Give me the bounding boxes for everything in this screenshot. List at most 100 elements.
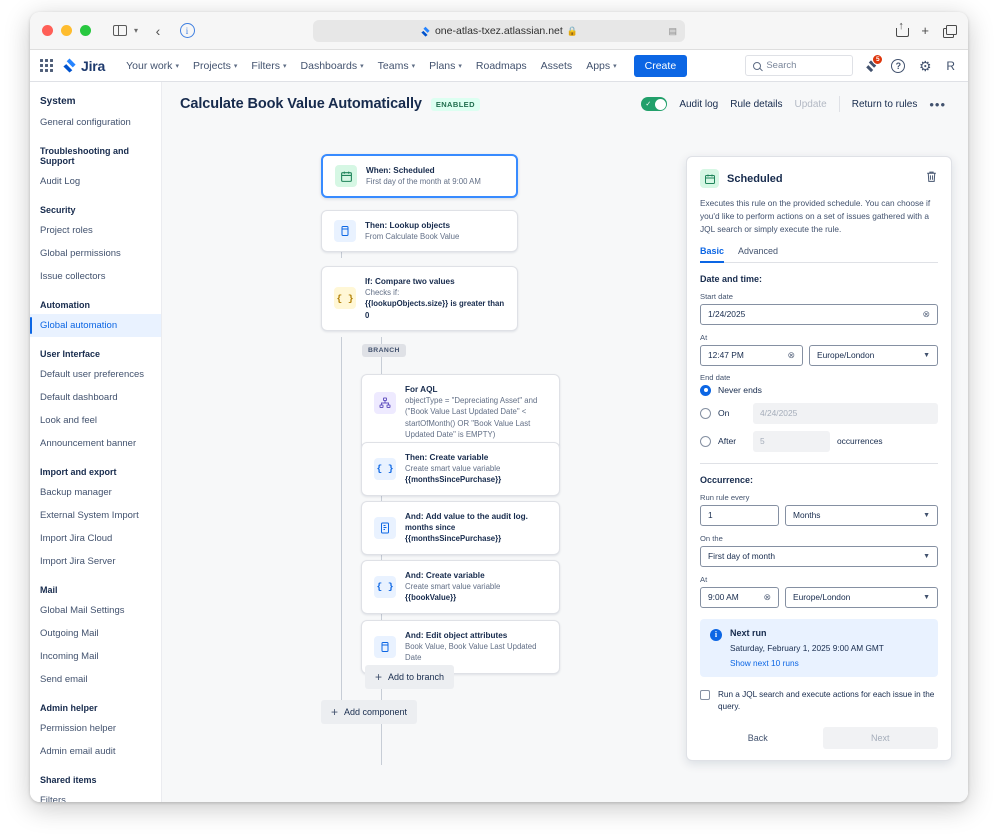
rule-details-button[interactable]: Rule details — [730, 99, 782, 110]
settings-button[interactable]: ⚙ — [916, 57, 934, 75]
back-icon[interactable]: ‹ — [149, 22, 167, 40]
sidebar-item-project-roles[interactable]: Project roles — [30, 219, 161, 242]
show-next-runs-link[interactable]: Show next 10 runs — [730, 658, 884, 668]
sidebar-item-global-automation[interactable]: Global automation — [30, 314, 161, 337]
browser-window: ▾ ‹ i one-atlas-txez.atlassian.net 🔒 ▤ + — [30, 12, 968, 802]
sidebar-item-global-mail-settings[interactable]: Global Mail Settings — [30, 599, 161, 622]
chevron-down-icon[interactable]: ▾ — [134, 26, 138, 35]
nav-label: Plans — [429, 59, 456, 72]
node-subtitle: objectType = "Depreciating Asset" and ("… — [405, 396, 538, 439]
clear-icon[interactable]: ⊗ — [787, 350, 795, 361]
occurrence-time-input[interactable]: 9:00 AM ⊗ — [700, 586, 779, 608]
radio-icon — [700, 384, 711, 396]
nav-dashboards[interactable]: Dashboards ▾ — [294, 55, 371, 77]
jira-home-logo[interactable]: Jira — [62, 58, 105, 74]
calendar-icon — [335, 165, 357, 188]
nav-filters[interactable]: Filters ▾ — [244, 55, 293, 77]
panel-tabs: Basic Advanced — [700, 246, 938, 264]
tab-overview-icon[interactable] — [943, 25, 957, 38]
sidebar-item-import-jira-server[interactable]: Import Jira Server — [30, 550, 161, 573]
sidebar-item-default-user-preferences[interactable]: Default user preferences — [30, 363, 161, 386]
node-audit-message: months since {{monthsSincePurchase}} — [405, 523, 502, 544]
add-to-branch-button[interactable]: + Add to branch — [365, 665, 455, 689]
flow-node-when-scheduled[interactable]: When: Scheduled First day of the month a… — [321, 154, 518, 199]
end-option-label: After — [718, 436, 737, 447]
tab-basic[interactable]: Basic — [700, 246, 725, 264]
help-button[interactable]: ? — [889, 57, 907, 75]
notifications-button[interactable]: 5 — [862, 53, 884, 75]
flow-node-create-variable-bookvalue[interactable]: { } And: Create variable Create smart va… — [361, 560, 560, 614]
run-rule-every-input[interactable]: 1 — [700, 504, 779, 526]
start-time-input[interactable]: 12:47 PM ⊗ — [700, 344, 803, 366]
occurrence-timezone-select[interactable]: Europe/London ▼ — [785, 586, 938, 608]
clear-icon[interactable]: ⊗ — [763, 592, 771, 603]
sidebar-item-permission-helper[interactable]: Permission helper — [30, 717, 161, 740]
clear-icon[interactable]: ⊗ — [922, 309, 930, 320]
more-options-icon[interactable]: ••• — [929, 98, 946, 111]
sidebar-item-admin-email-audit[interactable]: Admin email audit — [30, 740, 161, 763]
audit-log-button[interactable]: Audit log — [679, 99, 718, 110]
flow-node-if-compare-two-values[interactable]: { } If: Compare two values Checks if: {{… — [321, 266, 518, 331]
return-to-rules-button[interactable]: Return to rules — [852, 99, 918, 110]
sidebar-item-issue-collectors[interactable]: Issue collectors — [30, 265, 161, 288]
sidebar-item-audit-log[interactable]: Audit Log — [30, 170, 161, 193]
panel-header: Scheduled — [700, 169, 938, 188]
maximize-window-button[interactable] — [80, 25, 91, 36]
sidebar-toggle-icon[interactable] — [111, 22, 129, 40]
sidebar-item-import-jira-cloud[interactable]: Import Jira Cloud — [30, 527, 161, 550]
tab-advanced[interactable]: Advanced — [738, 246, 778, 262]
flow-node-create-variable-months[interactable]: { } Then: Create variable Create smart v… — [361, 442, 560, 496]
nav-roadmaps[interactable]: Roadmaps — [469, 55, 534, 77]
end-option-never-ends[interactable]: Never ends — [700, 384, 938, 396]
back-button[interactable]: Back — [700, 727, 816, 749]
sidebar-item-default-dashboard[interactable]: Default dashboard — [30, 386, 161, 409]
on-the-select[interactable]: First day of month ▼ — [700, 545, 938, 567]
end-option-after[interactable]: After 5 occurrences — [700, 430, 938, 452]
sidebar-item-incoming-mail[interactable]: Incoming Mail — [30, 645, 161, 668]
sidebar-item-external-system-import[interactable]: External System Import — [30, 504, 161, 527]
sidebar-item-filters[interactable]: Filters — [30, 789, 161, 802]
nav-label: Your work — [126, 59, 173, 72]
nav-plans[interactable]: Plans ▾ — [422, 55, 469, 77]
sidebar-item-global-permissions[interactable]: Global permissions — [30, 242, 161, 265]
new-tab-icon[interactable]: + — [921, 24, 929, 37]
minimize-window-button[interactable] — [61, 25, 72, 36]
sidebar-item-announcement-banner[interactable]: Announcement banner — [30, 432, 161, 455]
nav-your-work[interactable]: Your work ▾ — [119, 55, 186, 77]
add-component-button[interactable]: + Add component — [321, 700, 418, 724]
run-rule-unit-select[interactable]: Months ▼ — [785, 504, 938, 526]
search-input[interactable]: Search — [745, 55, 854, 76]
sidebar-item-backup-manager[interactable]: Backup manager — [30, 481, 161, 504]
node-title: And: Edit object attributes — [405, 631, 508, 640]
window-controls[interactable] — [42, 25, 91, 36]
start-timezone-select[interactable]: Europe/London ▼ — [809, 344, 938, 366]
rule-enabled-toggle[interactable] — [641, 97, 668, 111]
reader-icon[interactable]: ▤ — [668, 26, 677, 37]
nav-teams[interactable]: Teams ▾ — [371, 55, 422, 77]
sidebar-item-look-and-feel[interactable]: Look and feel — [30, 409, 161, 432]
avatar[interactable]: R — [943, 59, 958, 73]
checkbox-icon[interactable] — [700, 689, 710, 700]
braces-icon: { } — [374, 575, 396, 598]
trash-icon[interactable] — [925, 170, 938, 188]
start-date-value: 1/24/2025 — [708, 309, 746, 320]
create-button[interactable]: Create — [633, 54, 688, 77]
nav-apps[interactable]: Apps ▾ — [579, 55, 623, 77]
flow-node-for-aql[interactable]: For AQL objectType = "Depreciating Asset… — [361, 374, 560, 451]
privacy-report-icon[interactable]: i — [178, 22, 196, 40]
end-option-on[interactable]: On 4/24/2025 — [700, 402, 938, 424]
sidebar-item-general-configuration[interactable]: General configuration — [30, 111, 161, 134]
nav-assets[interactable]: Assets — [534, 55, 580, 77]
share-icon[interactable] — [896, 20, 910, 37]
nav-projects[interactable]: Projects ▾ — [186, 55, 244, 77]
close-window-button[interactable] — [42, 25, 53, 36]
info-icon: i — [710, 628, 722, 641]
flow-node-lookup-objects[interactable]: Then: Lookup objects From Calculate Book… — [321, 210, 518, 253]
flow-node-add-to-audit-log[interactable]: And: Add value to the audit log. months … — [361, 501, 560, 555]
app-switcher-icon[interactable] — [38, 58, 54, 74]
sidebar-item-outgoing-mail[interactable]: Outgoing Mail — [30, 622, 161, 645]
sidebar-item-send-email[interactable]: Send email — [30, 668, 161, 691]
jql-search-checkbox-row[interactable]: Run a JQL search and execute actions for… — [700, 689, 938, 714]
start-date-input[interactable]: 1/24/2025 ⊗ — [700, 303, 938, 325]
address-bar[interactable]: one-atlas-txez.atlassian.net 🔒 ▤ — [313, 20, 685, 42]
